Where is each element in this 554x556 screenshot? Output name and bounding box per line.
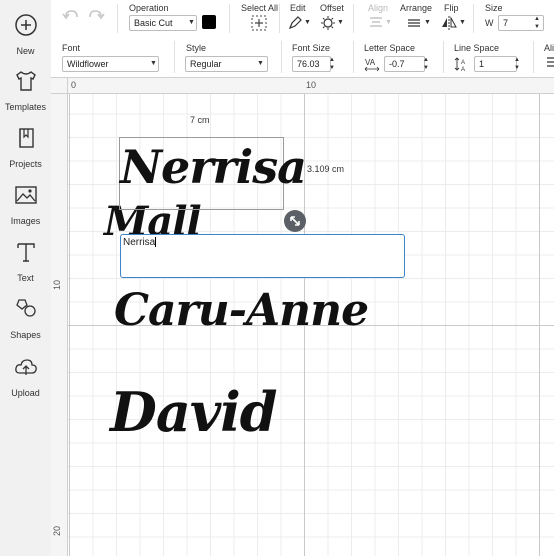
operation-value: Basic Cut <box>134 18 173 28</box>
width-dimension-label: 7 cm <box>190 115 210 125</box>
svg-text:VA: VA <box>365 58 376 67</box>
top-toolbar: Operation Basic Cut ▼ Select All Edit ▼ … <box>51 0 554 38</box>
sidebar-item-label: Text <box>17 273 34 283</box>
flip-icon[interactable] <box>441 15 457 31</box>
font-size-input[interactable]: 76.03 <box>292 56 331 72</box>
text-align-icon[interactable] <box>547 56 554 70</box>
sidebar-item-label: New <box>16 46 35 56</box>
stepper-arrows-icon[interactable]: ▲ ▼ <box>534 15 540 31</box>
font-label: Font <box>62 43 81 53</box>
edit-label: Edit <box>290 3 306 13</box>
stepper-arrows-icon[interactable]: ▲ ▼ <box>514 56 520 72</box>
align-label: Align <box>368 3 389 13</box>
select-all-icon[interactable] <box>251 15 267 31</box>
resize-handle[interactable] <box>284 210 306 232</box>
arrange-icon[interactable] <box>406 15 422 31</box>
offset-label: Offset <box>320 3 344 13</box>
resize-arrows-icon <box>290 216 300 226</box>
redo-icon[interactable] <box>87 8 105 24</box>
style-label: Style <box>186 43 207 53</box>
select-all-label: Select All <box>241 3 279 13</box>
chevron-down-icon: ▼ <box>150 60 157 67</box>
stepper-arrows-icon[interactable]: ▲ ▼ <box>423 56 429 72</box>
offset-icon[interactable] <box>320 15 336 31</box>
sidebar-item-label: Projects <box>9 159 42 169</box>
letter-space-icon: VA <box>364 58 380 72</box>
line-space-value: 1 <box>479 59 485 69</box>
letter-space-input[interactable]: -0.7 <box>384 56 425 72</box>
script-text-line-1[interactable]: Nerrisa <box>120 140 307 194</box>
svg-text:A: A <box>461 67 465 72</box>
text-cursor <box>155 237 157 248</box>
ruler-left: 10 20 <box>51 78 68 556</box>
ruler-left-mark: 10 <box>52 279 62 290</box>
chevron-down-icon: ▼ <box>424 19 431 26</box>
tshirt-icon <box>15 71 36 91</box>
sidebar-item-label: Upload <box>11 388 40 398</box>
sidebar-item-label: Templates <box>4 102 47 112</box>
operation-color-swatch[interactable] <box>202 15 216 29</box>
text-icon <box>16 243 35 262</box>
left-sidebar: New Templates Projects Images Text Shape… <box>0 0 52 556</box>
font-size-value: 76.03 <box>297 59 320 69</box>
align-icon[interactable] <box>368 15 384 31</box>
undo-icon[interactable] <box>62 8 80 24</box>
flip-label: Flip <box>444 3 459 13</box>
chevron-down-icon: ▼ <box>385 19 392 26</box>
line-space-input[interactable]: 1 <box>474 56 517 72</box>
sidebar-item-upload[interactable]: Upload <box>0 354 51 398</box>
sidebar-item-label: Shapes <box>10 330 41 340</box>
sidebar-item-text[interactable]: Text <box>0 239 51 283</box>
svg-text:A: A <box>461 60 465 66</box>
ruler-top-mark: 0 <box>71 80 77 90</box>
book-icon <box>18 128 34 148</box>
letter-space-value: -0.7 <box>389 59 405 69</box>
chevron-down-icon: ▼ <box>188 19 195 26</box>
sidebar-item-shapes[interactable]: Shapes <box>0 296 51 340</box>
text-align-label: Alic <box>544 43 554 53</box>
font-value: Wildflower <box>67 59 109 69</box>
line-space-label: Line Space <box>454 43 500 53</box>
sidebar-item-new[interactable]: New <box>0 12 51 56</box>
plus-circle-icon <box>14 14 37 36</box>
chevron-down-icon: ▼ <box>337 19 344 26</box>
stepper-arrows-icon[interactable]: ▲ ▼ <box>329 56 335 72</box>
size-width-value: 7 <box>503 18 509 28</box>
chevron-down-icon: ▼ <box>459 19 466 26</box>
image-icon <box>14 186 37 204</box>
cloud-upload-icon <box>14 359 37 375</box>
edit-icon[interactable] <box>287 15 303 31</box>
sidebar-item-label: Images <box>10 216 41 226</box>
height-dimension-label: 3.109 cm <box>307 164 345 174</box>
line-space-icon: A A <box>454 57 465 72</box>
script-text-line-3[interactable]: Caru-Anne <box>114 285 369 336</box>
arrange-label: Arrange <box>400 3 433 13</box>
ruler-corner <box>51 78 68 94</box>
text-toolbar: Font Wildflower ▼ Style Regular ▼ Font S… <box>51 37 554 78</box>
text-edit-value: Nerrisa <box>123 237 156 248</box>
ruler-top-mark: 10 <box>306 80 317 90</box>
style-select[interactable]: Regular <box>185 56 268 72</box>
ruler-top: 0 10 <box>51 78 554 94</box>
text-edit-box[interactable]: Nerrisa <box>120 234 405 278</box>
operation-select[interactable]: Basic Cut <box>129 15 197 31</box>
sidebar-item-images[interactable]: Images <box>0 182 51 226</box>
font-size-label: Font Size <box>292 43 331 53</box>
size-label: Size <box>485 3 503 13</box>
style-value: Regular <box>190 59 222 69</box>
chevron-down-icon: ▼ <box>257 60 264 67</box>
shapes-icon <box>15 299 36 317</box>
sidebar-item-projects[interactable]: Projects <box>0 125 51 169</box>
sidebar-item-templates[interactable]: Templates <box>0 68 51 112</box>
operation-label: Operation <box>129 3 169 13</box>
script-text-line-4[interactable]: David <box>110 380 277 444</box>
chevron-down-icon: ▼ <box>304 19 311 26</box>
ruler-left-mark: 20 <box>52 525 62 536</box>
font-select[interactable]: Wildflower <box>62 56 159 72</box>
letter-space-label: Letter Space <box>364 43 416 53</box>
size-width-label: W <box>485 18 494 28</box>
